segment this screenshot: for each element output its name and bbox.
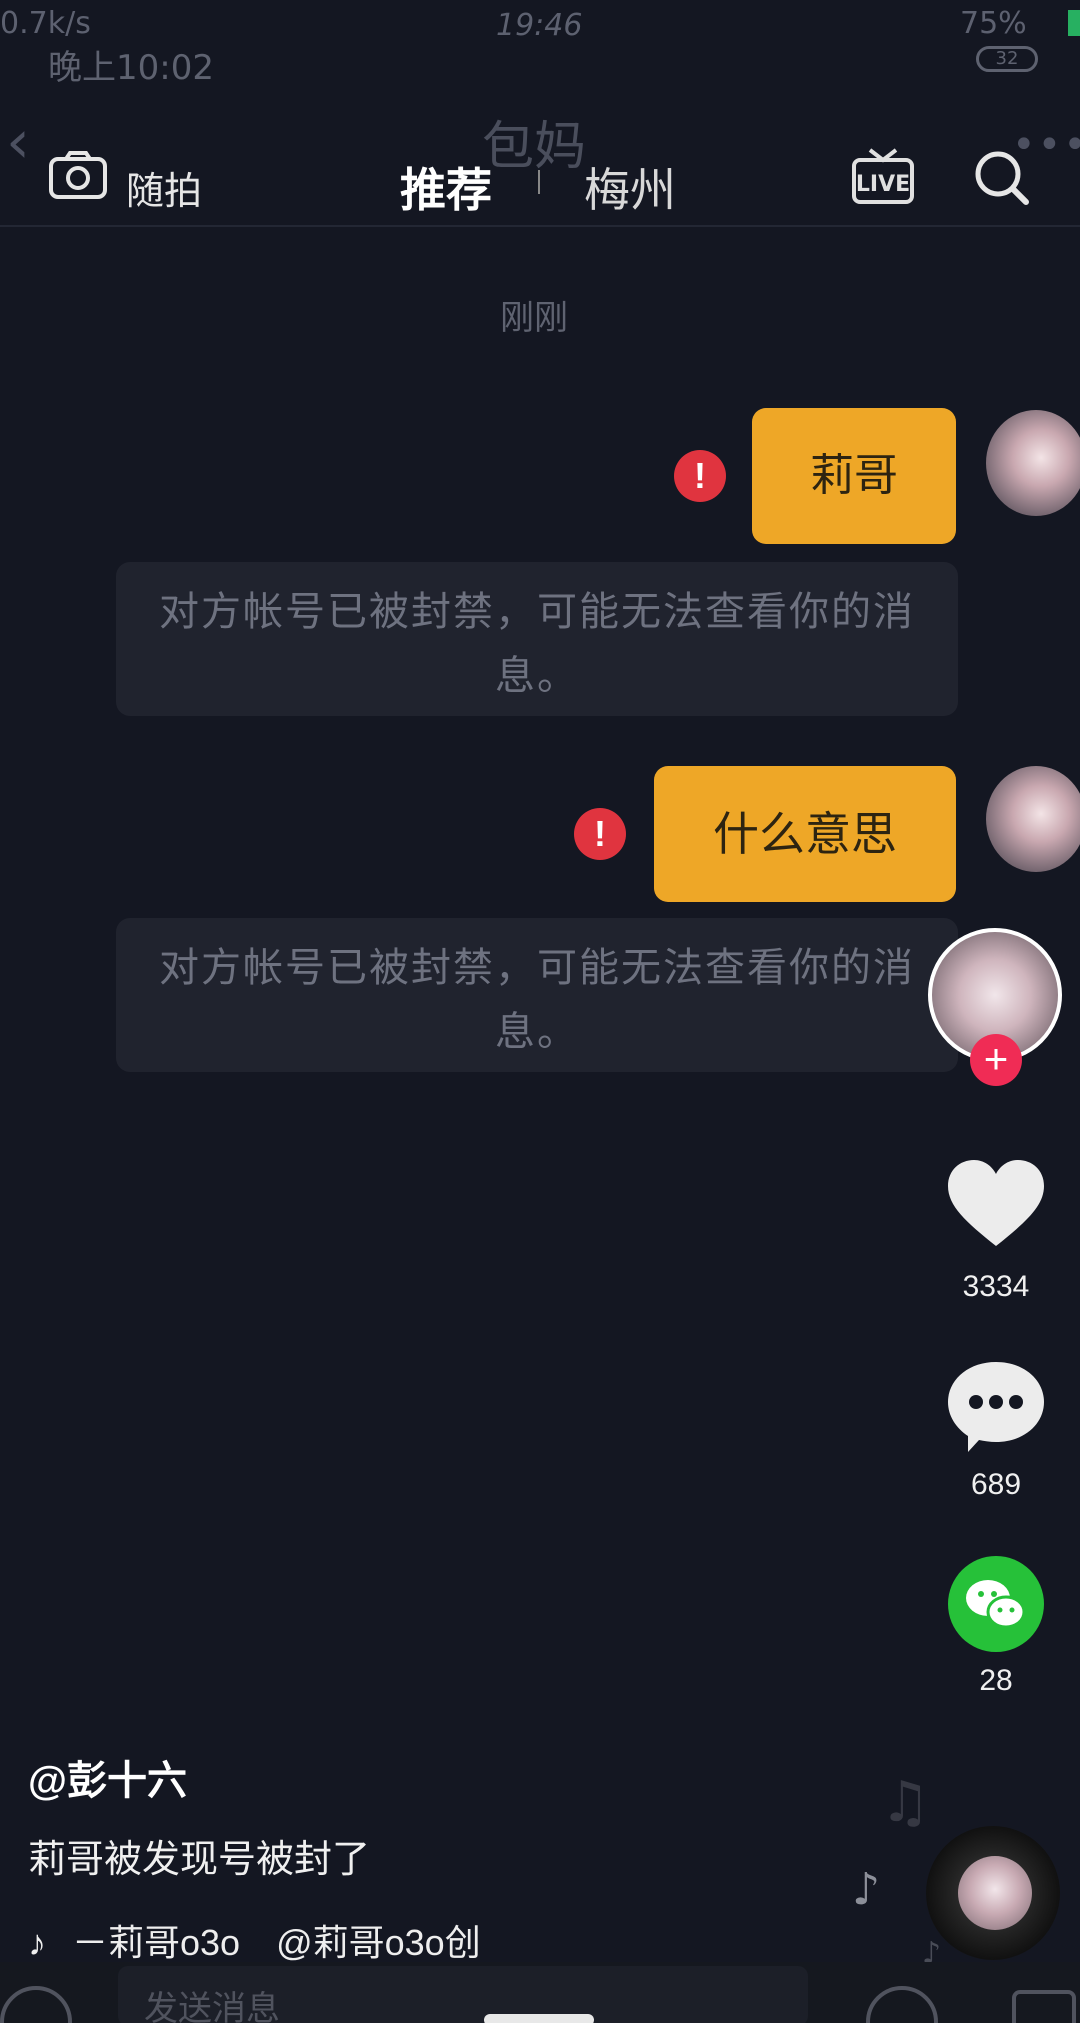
- follow-plus-icon[interactable]: +: [970, 1034, 1022, 1086]
- live-icon[interactable]: LIVE: [852, 148, 914, 206]
- camera-label[interactable]: 随拍: [126, 160, 202, 215]
- status-center-time: 19:46: [496, 8, 583, 43]
- music-note-icon: ♪: [28, 1922, 46, 1963]
- share-count: 28: [979, 1664, 1013, 1697]
- music-title: －莉哥o3o @莉哥o3o创: [72, 1922, 481, 1963]
- tab-recommend[interactable]: 推荐: [400, 154, 492, 220]
- heart-icon[interactable]: [946, 1158, 1046, 1250]
- home-indicator: [484, 2014, 594, 2023]
- message-input[interactable]: 发送消息: [118, 1966, 808, 2023]
- author-name[interactable]: @彭十六: [28, 1748, 187, 1806]
- battery-percent: 75%: [960, 6, 1027, 41]
- message-bubble[interactable]: 莉哥: [752, 408, 956, 544]
- battery-icon: 32: [976, 46, 1038, 72]
- floating-note-icon: ♪: [852, 1864, 881, 1915]
- like-count: 3334: [962, 1270, 1030, 1303]
- wechat-share-icon[interactable]: [948, 1556, 1044, 1652]
- chat-contact-name: 包妈: [482, 117, 587, 177]
- system-notice: 对方帐号已被封禁，可能无法查看你的消息。: [116, 918, 958, 1072]
- status-bar: 0.7k/s 19:46 75% 晚上10:02 32: [0, 0, 1080, 88]
- comment-icon[interactable]: [944, 1358, 1048, 1454]
- search-icon[interactable]: [972, 148, 1032, 208]
- music-disc-cover: [958, 1856, 1032, 1930]
- add-icon[interactable]: [1012, 1990, 1076, 2023]
- network-speed: 0.7k/s: [0, 6, 91, 41]
- camera-icon[interactable]: [48, 150, 108, 200]
- sender-avatar: [986, 410, 1080, 516]
- system-notice: 对方帐号已被封禁，可能无法查看你的消息。: [116, 562, 958, 716]
- sender-avatar: [986, 766, 1080, 872]
- svg-text:LIVE: LIVE: [856, 172, 910, 197]
- comment-count: 689: [970, 1468, 1022, 1501]
- floating-note-icon: ♫: [880, 1770, 931, 1835]
- battery-indicator: [1068, 10, 1080, 36]
- back-arrow-icon[interactable]: ‹: [6, 112, 30, 172]
- message-bubble[interactable]: 什么意思: [654, 766, 956, 902]
- chat-timestamp: 刚刚: [500, 298, 568, 338]
- video-description: 莉哥被发现号被封了: [28, 1839, 371, 1881]
- send-failed-icon[interactable]: !: [674, 450, 726, 502]
- send-failed-icon[interactable]: !: [574, 808, 626, 860]
- tab-city[interactable]: 梅州: [584, 154, 676, 220]
- top-nav-bar: ‹ 包妈 ••• 随拍 推荐 梅州 LIVE: [0, 82, 1080, 227]
- tab-divider: [538, 170, 540, 194]
- music-info[interactable]: ♪ －莉哥o3o @莉哥o3o创: [28, 1914, 481, 1966]
